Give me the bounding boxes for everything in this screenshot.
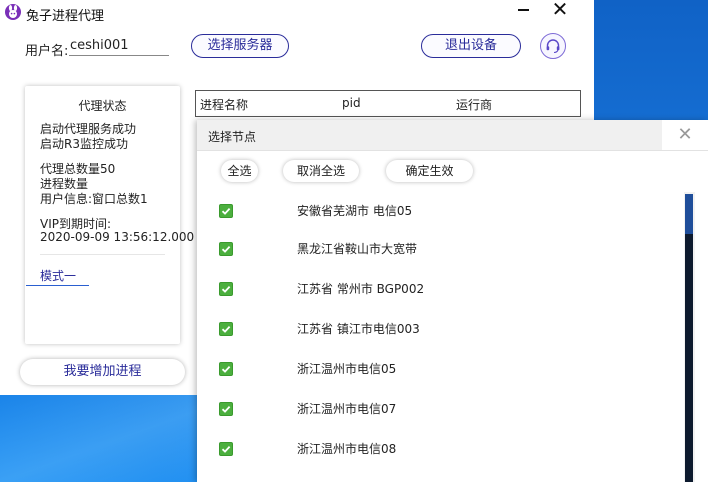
support-button[interactable] bbox=[540, 33, 566, 59]
checkmark-icon bbox=[221, 365, 231, 373]
scrollbar-thumb[interactable] bbox=[685, 194, 693, 234]
node-checkbox[interactable] bbox=[219, 402, 233, 416]
node-row[interactable]: 黑龙江省鞍山市大宽带 bbox=[197, 238, 687, 262]
select-node-dialog: 选择节点 ✕ 全选 取消全选 确定生效 安徽省芜湖市 电信05 黑龙江省鞍山市大… bbox=[197, 120, 708, 482]
card-divider bbox=[40, 254, 165, 255]
confirm-button[interactable]: 确定生效 bbox=[386, 160, 473, 182]
checkmark-icon bbox=[221, 405, 231, 413]
minimize-button[interactable] bbox=[514, 0, 534, 20]
dialog-close-button[interactable]: ✕ bbox=[673, 123, 697, 147]
node-row[interactable]: 浙江温州市电信07 bbox=[197, 398, 687, 422]
logout-button[interactable]: 退出设备 bbox=[421, 34, 521, 58]
status-line-vip-expiry-date: 2020-09-09 13:56:12.000 bbox=[40, 230, 195, 244]
process-table-header: 进程名称 pid 运行商 bbox=[195, 90, 581, 117]
checkmark-icon bbox=[221, 325, 231, 333]
node-checkbox[interactable] bbox=[219, 322, 233, 336]
checkmark-icon bbox=[221, 285, 231, 293]
column-process-name: 进程名称 bbox=[200, 98, 249, 112]
column-pid: pid bbox=[342, 96, 361, 110]
dialog-title: 选择节点 bbox=[208, 130, 257, 144]
status-line-r3-monitor: 启动R3监控成功 bbox=[40, 137, 128, 151]
node-checkbox[interactable] bbox=[219, 282, 233, 296]
node-label: 黑龙江省鞍山市大宽带 bbox=[297, 242, 418, 256]
username-label: 用户名: bbox=[25, 44, 69, 59]
node-checkbox[interactable] bbox=[219, 362, 233, 376]
tab-mode-one[interactable]: 模式一 bbox=[40, 267, 76, 284]
node-label: 江苏省 常州市 BGP002 bbox=[297, 282, 425, 296]
node-label: 浙江温州市电信08 bbox=[297, 442, 397, 456]
proxy-status-card: 代理状态 启动代理服务成功 启动R3监控成功 代理总数量50 进程数量 用户信息… bbox=[25, 86, 194, 344]
status-title: 代理状态 bbox=[78, 99, 127, 113]
window-title: 兔子进程代理 bbox=[26, 9, 105, 24]
select-server-button[interactable]: 选择服务器 bbox=[191, 34, 289, 58]
select-all-button[interactable]: 全选 bbox=[221, 160, 258, 182]
checkmark-icon bbox=[221, 445, 231, 453]
node-checkbox[interactable] bbox=[219, 242, 233, 256]
node-row[interactable]: 江苏省 镇江市电信003 bbox=[197, 318, 687, 342]
node-label: 安徽省芜湖市 电信05 bbox=[297, 204, 413, 218]
close-button[interactable]: ✕ bbox=[550, 0, 570, 20]
node-label: 浙江温州市电信07 bbox=[297, 402, 397, 416]
title-bar[interactable]: 兔子进程代理 ✕ bbox=[0, 0, 594, 26]
checkmark-icon bbox=[221, 207, 231, 215]
username-field[interactable]: ceshi001 bbox=[69, 38, 169, 56]
status-line-user-info: 用户信息:窗口总数1 bbox=[40, 192, 148, 206]
node-row[interactable]: 江苏省 常州市 BGP002 bbox=[197, 278, 687, 302]
dialog-title-bar[interactable]: 选择节点 ✕ bbox=[197, 120, 708, 151]
rabbit-logo-icon bbox=[5, 4, 21, 20]
node-checkbox[interactable] bbox=[219, 442, 233, 456]
node-row[interactable]: 浙江温州市电信05 bbox=[197, 358, 687, 382]
scrollbar-rail[interactable] bbox=[685, 234, 693, 482]
node-row[interactable]: 浙江温州市电信08 bbox=[197, 438, 687, 462]
node-label: 江苏省 镇江市电信003 bbox=[297, 322, 420, 336]
headset-icon bbox=[546, 39, 560, 54]
mode-tab-underline bbox=[26, 285, 89, 286]
add-process-button[interactable]: 我要增加进程 bbox=[20, 359, 185, 385]
node-row[interactable]: 安徽省芜湖市 电信05 bbox=[197, 200, 687, 224]
node-label: 浙江温州市电信05 bbox=[297, 362, 397, 376]
node-checkbox[interactable] bbox=[219, 204, 233, 218]
checkmark-icon bbox=[221, 245, 231, 253]
deselect-all-button[interactable]: 取消全选 bbox=[283, 160, 359, 182]
column-carrier: 运行商 bbox=[456, 98, 493, 112]
